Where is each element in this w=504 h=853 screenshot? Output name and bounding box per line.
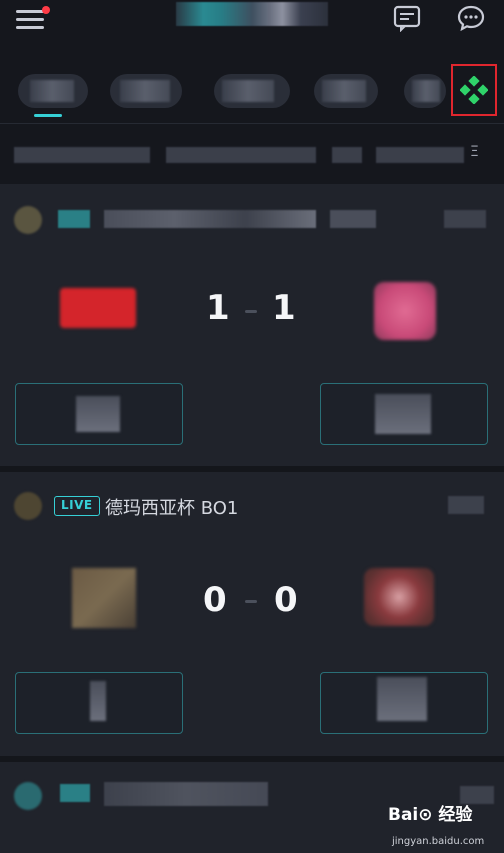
- match-time-blurred: [444, 210, 486, 228]
- away-score: 1: [272, 288, 296, 328]
- active-tab-indicator: [34, 114, 62, 117]
- league-name: 德玛西亚杯 BO1: [105, 498, 239, 519]
- filter-chip[interactable]: [332, 147, 362, 163]
- league-avatar: [14, 492, 42, 520]
- game-tabs: [0, 48, 504, 124]
- app-title-blurred: [176, 2, 328, 26]
- home-odds-button[interactable]: [15, 672, 183, 734]
- away-odds-button[interactable]: [320, 672, 488, 734]
- app-root: Ξ 1 1 0 0 LIVE 德玛西亚杯 BO1 Bai⊙ 经验 jingyan…: [0, 0, 504, 853]
- message-icon[interactable]: [392, 4, 422, 33]
- league-avatar: [14, 782, 42, 810]
- league-name-blurred: [104, 210, 316, 228]
- score-separator: [245, 600, 257, 603]
- home-score: 1: [206, 288, 230, 328]
- diamond-grid-icon[interactable]: [451, 64, 497, 116]
- away-team-logo: [364, 568, 434, 626]
- live-badge: LIVE: [54, 496, 100, 516]
- home-team-logo: [72, 568, 136, 628]
- match-card[interactable]: 1 1: [0, 184, 504, 466]
- league-avatar: [14, 206, 42, 234]
- league-tag-blurred: [58, 210, 90, 228]
- tab-3[interactable]: [214, 74, 290, 108]
- filter-chip[interactable]: [376, 147, 464, 163]
- top-bar: [0, 0, 504, 48]
- home-odds-button[interactable]: [15, 383, 183, 445]
- menu-icon[interactable]: [16, 6, 50, 32]
- filter-chip[interactable]: [166, 147, 316, 163]
- watermark-brand: Bai⊙ 经验: [388, 805, 473, 825]
- league-name-blurred: [104, 782, 268, 806]
- tab-1[interactable]: [18, 74, 88, 108]
- match-time-blurred: [448, 496, 484, 514]
- away-odds-button[interactable]: [320, 383, 488, 445]
- home-team-logo: [60, 288, 136, 328]
- league-tag-blurred: [60, 784, 90, 802]
- filter-row: [0, 124, 504, 184]
- filter-chip[interactable]: [14, 147, 150, 163]
- filter-more-icon[interactable]: Ξ: [470, 144, 479, 160]
- away-score: 0: [274, 580, 298, 620]
- away-team-logo: [374, 282, 436, 340]
- watermark-url: jingyan.baidu.com: [392, 836, 485, 847]
- tab-5[interactable]: [404, 74, 446, 108]
- score-separator: [245, 310, 257, 313]
- home-score: 0: [203, 580, 227, 620]
- notification-dot: [42, 6, 50, 14]
- tab-2[interactable]: [110, 74, 182, 108]
- tab-4[interactable]: [314, 74, 378, 108]
- chat-icon[interactable]: [456, 4, 486, 32]
- match-format-blurred: [330, 210, 376, 228]
